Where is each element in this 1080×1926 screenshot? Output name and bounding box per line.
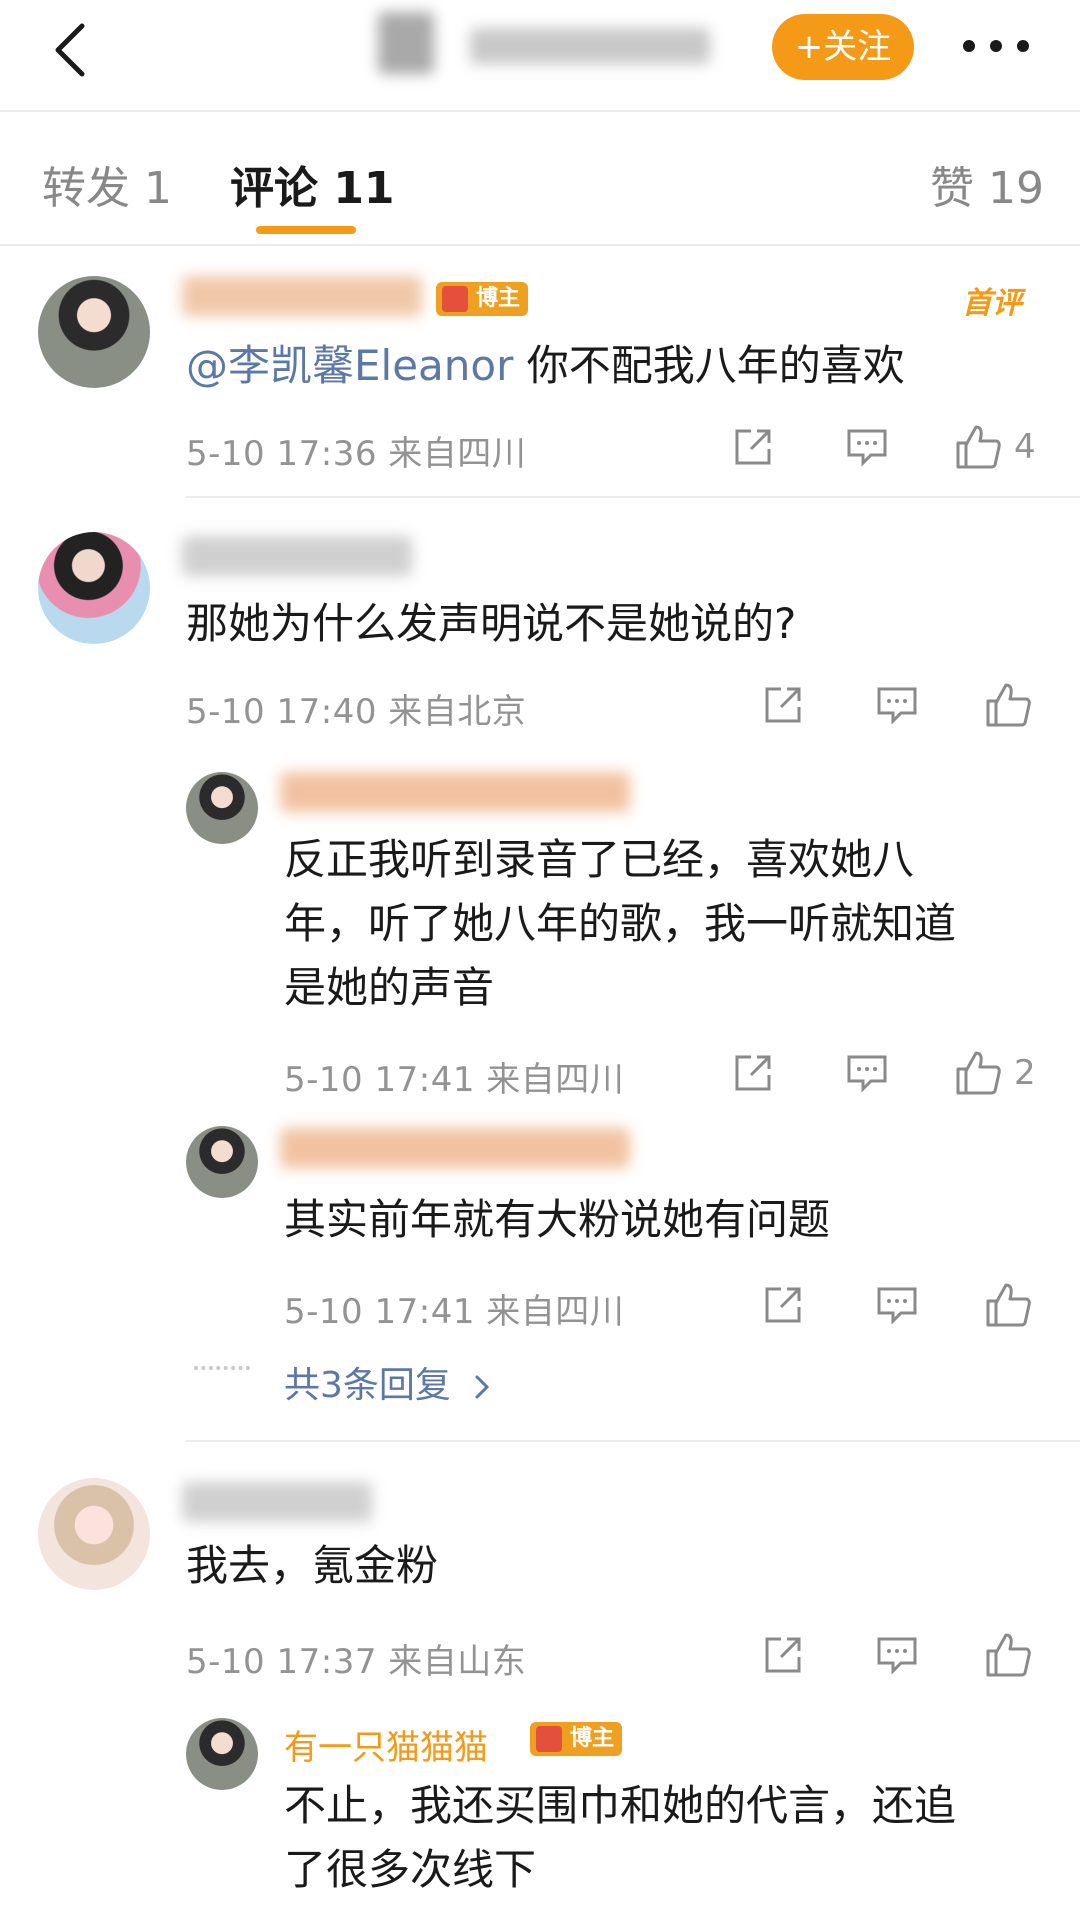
comment-icon [847,1055,887,1093]
share-icon [735,429,771,465]
share-button[interactable] [758,1630,808,1680]
blogger-badge: 博主 [530,1722,623,1756]
share-icon [765,1287,801,1323]
crown-icon [442,286,468,312]
more-dots-icon [963,40,1029,52]
reply-button[interactable] [842,422,892,472]
comment-text: @李凯馨Eleanor 你不配我八年的喜欢 [186,341,905,390]
avatar[interactable] [38,276,150,388]
share-button[interactable] [758,1280,808,1330]
reply-text: 其实前年就有大粉说她有问题 [284,1195,831,1244]
reply-meta: 5-10 17:41 来自四川 [284,1060,625,1100]
post-author-name [470,28,710,64]
follow-button[interactable]: +关注 [772,14,914,80]
first-comment-tag: 首评 [962,286,1022,321]
thumbs-up-icon [986,1633,1031,1677]
dots-separator [194,1366,250,1370]
tab-active-indicator [256,226,356,234]
reply-button[interactable] [872,680,922,730]
comment-text: 那她为什么发声明说不是她说的? [186,599,797,648]
comment-icon [877,1287,917,1325]
reply-button[interactable] [872,1630,922,1680]
like-button[interactable] [984,1626,1044,1684]
more-options-button[interactable] [956,18,1036,74]
comment-meta: 5-10 17:37 来自山东 [186,1642,527,1682]
username-blurred[interactable] [182,1482,372,1522]
thumbs-up-icon [956,425,1001,469]
mention-link[interactable]: @李凯馨Eleanor [186,341,513,390]
comment-divider [186,496,1080,498]
avatar[interactable] [38,1478,150,1590]
tab-likes[interactable]: 赞 19 [930,152,1044,216]
share-icon [765,687,801,723]
avatar[interactable] [38,532,150,644]
reply-avatar[interactable] [186,772,258,844]
share-button[interactable] [728,422,778,472]
comment-icon [877,1637,917,1675]
reply-text: 反正我听到录音了已经，喜欢她八 年，听了她八年的歌，我一听就知道 是她的声音 [284,835,957,1012]
reply-username-blurred[interactable] [280,772,630,812]
more-replies-link[interactable]: 共3条回复 [284,1356,492,1408]
tabs-divider [0,244,1080,246]
comment-icon [847,429,887,467]
crown-icon [536,1726,562,1752]
share-icon [735,1055,771,1091]
username-blurred[interactable] [182,536,412,576]
comment-icon [877,687,917,725]
comment-text: 我去，氪金粉 [186,1541,439,1590]
thumbs-up-icon [986,1283,1031,1327]
like-button[interactable]: 4 [954,418,1054,476]
reply-username[interactable]: 有一只猫猫猫 [284,1720,488,1769]
thumbs-up-icon [986,683,1031,727]
blogger-badge: 博主 [436,282,529,316]
like-button[interactable] [984,1276,1044,1334]
tab-comment[interactable]: 评论 11 [230,152,395,216]
tab-repost[interactable]: 转发 1 [42,152,172,216]
reply-button[interactable] [872,1280,922,1330]
header-divider [0,110,1080,112]
thumbs-up-icon [956,1051,1001,1095]
back-button[interactable] [30,10,110,90]
share-button[interactable] [758,680,808,730]
reply-meta: 5-10 17:41 来自四川 [284,1292,625,1332]
post-author-avatar [378,12,434,74]
share-icon [765,1637,801,1673]
chevron-right-icon [475,1375,490,1399]
reply-username-blurred[interactable] [280,1128,630,1168]
share-button[interactable] [728,1048,778,1098]
comment-divider [186,1440,1080,1442]
comment-meta: 5-10 17:40 来自北京 [186,692,527,732]
comment-meta: 5-10 17:36 来自四川 [186,434,527,474]
like-button[interactable]: 2 [954,1044,1054,1102]
reply-avatar[interactable] [186,1718,258,1790]
chevron-left-icon [55,23,85,77]
reply-text: 不止，我还买围巾和她的代言，还追 了很多次线下 [284,1781,957,1894]
username-blurred[interactable] [182,276,422,316]
reply-avatar[interactable] [186,1126,258,1198]
like-button[interactable] [984,676,1044,734]
reply-button[interactable] [842,1048,892,1098]
